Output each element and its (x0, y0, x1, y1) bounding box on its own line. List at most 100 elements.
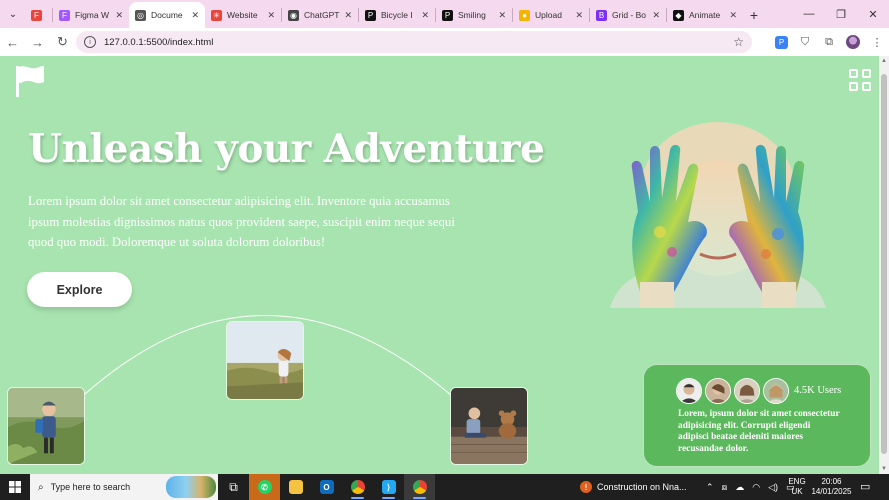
photo-child-with-backpack[interactable] (7, 387, 85, 465)
taskbar-clock[interactable]: 20:06 14/01/2025 (809, 477, 854, 497)
tab-label: Smiling (458, 10, 486, 20)
tab-search-icon[interactable]: ⌄ (0, 0, 26, 28)
tab-label: Bicycle I (381, 10, 413, 20)
tab-favicon-icon: F (59, 9, 70, 21)
vscode-app-icon[interactable]: ⟩ (373, 474, 404, 500)
tray-chevron-icon[interactable]: ⌃ (706, 482, 714, 493)
language-region: UK (791, 487, 803, 496)
users-card-text: Lorem, ipsum dolor sit amet consectetur … (678, 409, 840, 454)
volume-icon[interactable]: ◁) (768, 482, 778, 493)
site-info-icon[interactable]: i (84, 36, 96, 48)
users-card: 4.5K Users Lorem, ipsum dolor sit amet c… (643, 364, 871, 467)
address-bar[interactable]: i 127.0.0.1:5500/index.html ☆ (76, 31, 752, 53)
search-highlight-image (166, 476, 216, 498)
user-avatar (734, 378, 760, 404)
scroll-up-icon[interactable]: ▲ (880, 58, 888, 64)
notification-text: Construction on Nna... (597, 482, 687, 492)
tab-close-icon[interactable]: ✕ (115, 10, 123, 21)
tray-cloud-icon[interactable]: ☁ (735, 482, 744, 493)
language-indicator[interactable]: ENG UK (787, 477, 807, 497)
taskbar-search-box[interactable]: ⌕ Type here to search (30, 474, 218, 500)
file-explorer-icon[interactable] (280, 474, 311, 500)
shield-extension-icon[interactable]: ⛉ (793, 28, 817, 56)
tab-close-icon[interactable]: ✕ (344, 10, 352, 21)
user-avatars (676, 378, 792, 404)
tray-app-icon[interactable]: ⧈ (722, 482, 728, 493)
back-icon[interactable]: ← (0, 28, 25, 56)
minimize-icon[interactable]: — (793, 0, 825, 28)
tab-close-icon[interactable]: ✕ (267, 10, 275, 21)
tab-label: Docume (151, 10, 183, 20)
reload-icon[interactable]: ↻ (50, 28, 75, 56)
tab-label: Figma W (75, 10, 109, 20)
scroll-down-icon[interactable]: ▼ (880, 466, 888, 472)
tab-label: ChatGPT (304, 10, 340, 20)
extensions-puzzle-icon[interactable]: ⧉ (817, 28, 841, 56)
photo-child-with-teddy-bear[interactable] (450, 387, 528, 465)
tab-favicon-icon: P (442, 9, 453, 21)
user-avatar (763, 378, 789, 404)
language-code: ENG (788, 477, 806, 486)
tab-close-icon[interactable]: ✕ (498, 10, 506, 21)
browser-tab-bar: ⌄ F F Figma W ✕ ◎ Docume ✕ ✳ Website ✕ ◉ ChatGPT ✕ P B… (0, 0, 889, 28)
close-window-icon[interactable]: ✕ (857, 0, 889, 28)
tab-favicon-icon: ◆ (673, 9, 684, 21)
scrollbar-thumb[interactable] (881, 74, 887, 454)
browser-tab[interactable]: ◆ Animate ✕ (667, 2, 743, 28)
tab-favicon-icon: ● (519, 9, 530, 21)
tab-close-icon[interactable]: ✕ (652, 10, 660, 21)
browser-tab[interactable]: P Bicycle I ✕ (359, 2, 435, 28)
search-placeholder: Type here to search (50, 482, 131, 492)
page-scrollbar[interactable]: ▲ ▼ (879, 56, 889, 474)
new-tab-button[interactable]: + (743, 2, 765, 28)
browser-tab[interactable]: ◎ Docume ✕ (129, 2, 205, 28)
browser-menu-icon[interactable]: ⋮ (865, 28, 889, 56)
tab-close-icon[interactable]: ✕ (191, 10, 199, 21)
browser-tab[interactable]: B Grid - Bo ✕ (590, 2, 666, 28)
url-text[interactable]: 127.0.0.1:5500/index.html (104, 37, 213, 48)
tab-favicon-icon: P (365, 9, 376, 21)
alert-icon: ! (580, 481, 592, 493)
bookmark-star-icon[interactable]: ☆ (733, 35, 744, 49)
chrome-app-icon[interactable] (342, 474, 373, 500)
explore-button[interactable]: Explore (27, 272, 132, 307)
flag-logo-icon[interactable] (14, 64, 46, 98)
extension-icon[interactable]: P (775, 35, 788, 49)
webpage: Unleash your Adventure Lorem ipsum dolor… (0, 56, 879, 474)
windows-start-icon[interactable] (0, 474, 30, 500)
tab-favicon-icon: B (596, 9, 607, 21)
clock-time: 20:06 (821, 477, 842, 486)
tab-label: Upload (535, 10, 562, 20)
tab-close-icon[interactable]: ✕ (421, 10, 429, 21)
profile-avatar[interactable] (846, 35, 860, 49)
tab-favicon-icon: F (31, 9, 42, 21)
chrome-profile-app-icon[interactable] (404, 474, 435, 500)
task-view-icon[interactable]: ⧉ (218, 474, 249, 500)
browser-tab[interactable]: ✳ Website ✕ (205, 2, 281, 28)
tab-favicon-icon: ◉ (288, 9, 299, 21)
browser-tab[interactable]: ● Upload ✕ (513, 2, 589, 28)
photo-girl-running-field[interactable] (226, 321, 304, 400)
tab-label: Website (227, 10, 258, 20)
restore-icon[interactable]: ❐ (825, 0, 857, 28)
tab-label: Grid - Bo (612, 10, 647, 20)
tab-close-icon[interactable]: ✕ (729, 10, 737, 21)
user-avatar (676, 378, 702, 404)
whatsapp-app-icon[interactable]: ✆ (249, 474, 280, 500)
tab-close-icon[interactable]: ✕ (575, 10, 583, 21)
user-avatar (705, 378, 731, 404)
menu-grid-icon[interactable] (849, 69, 871, 91)
outlook-app-icon[interactable]: O (311, 474, 342, 500)
clock-date: 14/01/2025 (811, 487, 852, 496)
browser-tab[interactable]: ◉ ChatGPT ✕ (282, 2, 358, 28)
forward-icon[interactable]: → (25, 28, 50, 56)
wifi-icon[interactable]: ◠ (752, 482, 760, 493)
notification-center-icon[interactable]: ▭ (860, 480, 870, 493)
windows-taskbar: ⌕ Type here to search ⧉ ✆ O ⟩ ! Construc… (0, 474, 889, 500)
search-icon: ⌕ (38, 481, 44, 493)
browser-tab[interactable]: F (26, 2, 52, 28)
news-notification[interactable]: ! Construction on Nna... (580, 474, 687, 500)
browser-tab[interactable]: P Smiling ✕ (436, 2, 512, 28)
browser-tab[interactable]: F Figma W ✕ (53, 2, 129, 28)
tab-favicon-icon: ◎ (135, 9, 146, 21)
